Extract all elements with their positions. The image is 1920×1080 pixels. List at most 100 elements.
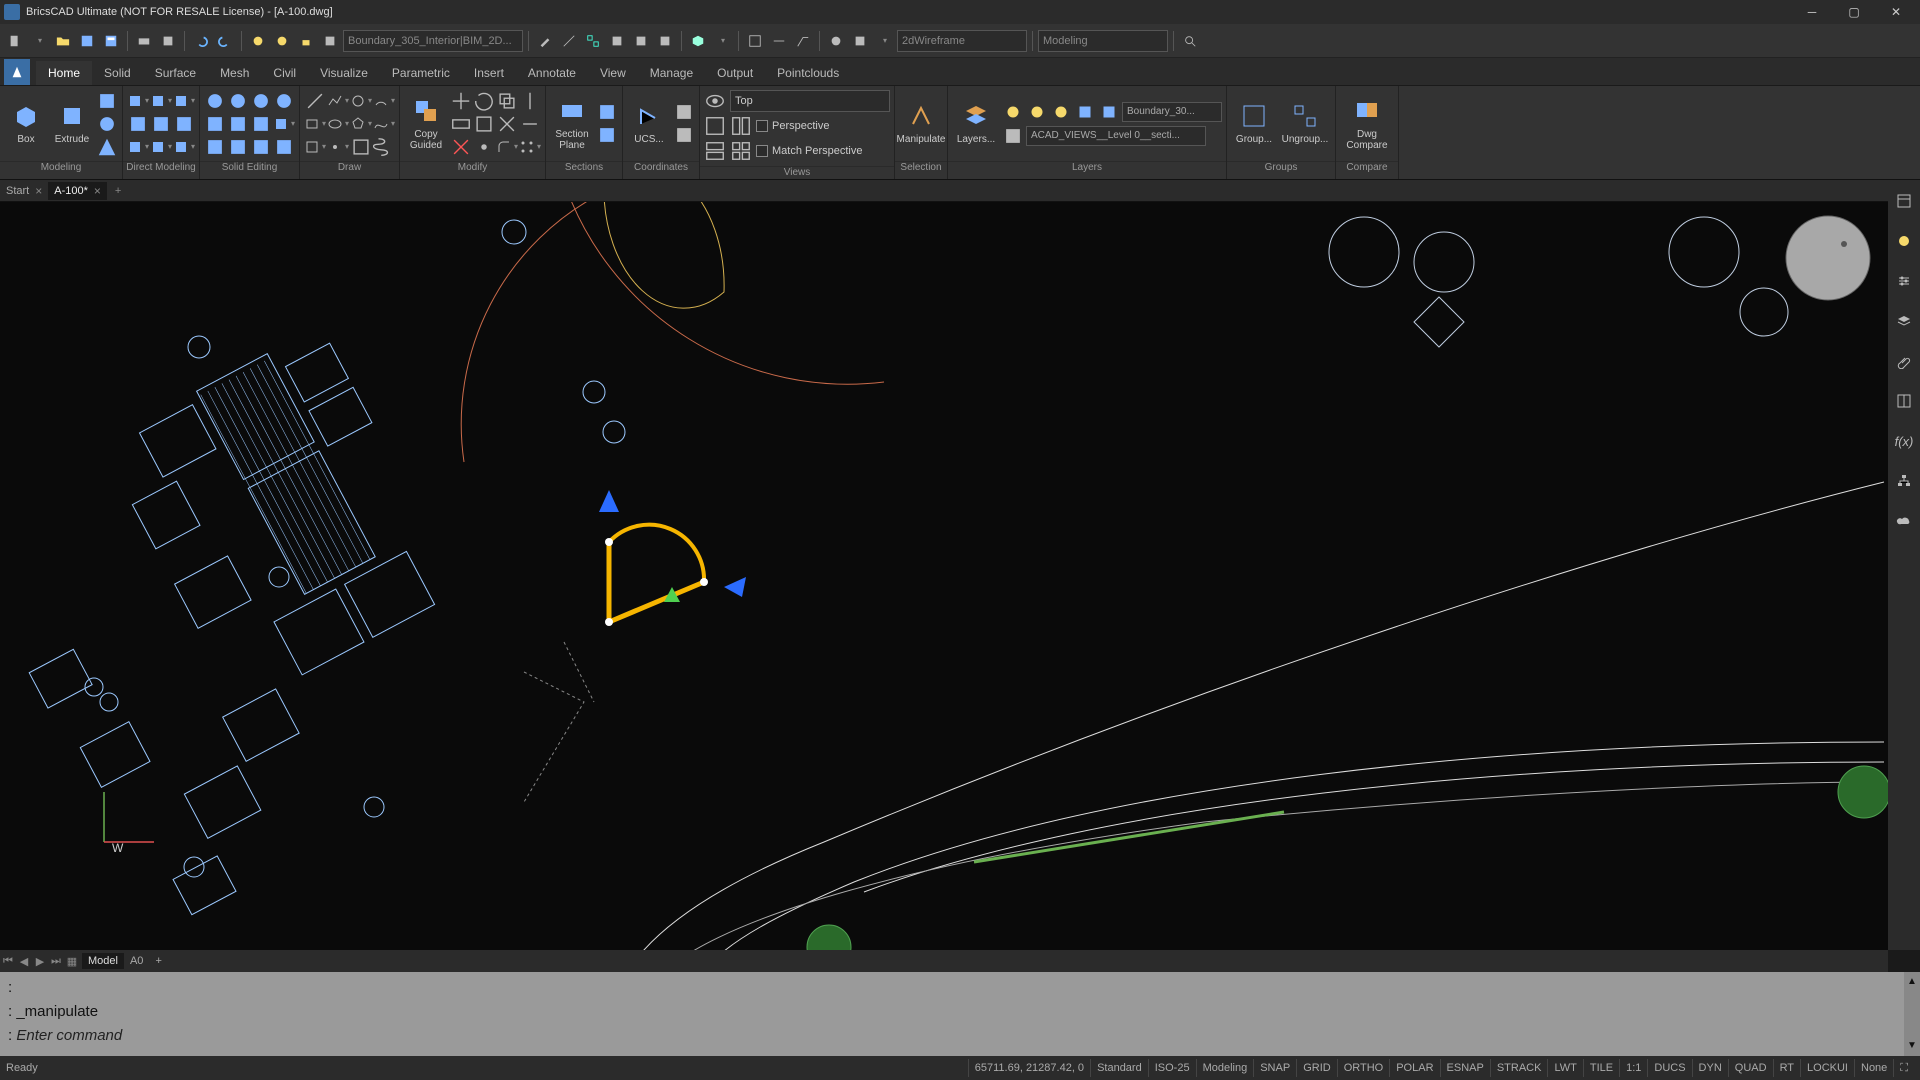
extend-button[interactable] bbox=[519, 113, 541, 135]
print-preview-button[interactable] bbox=[157, 30, 179, 52]
visual-style-dropdown[interactable]: 2dWireframe bbox=[897, 30, 1027, 52]
panels-toggle-icon[interactable] bbox=[1893, 190, 1915, 212]
status-lwt[interactable]: LWT bbox=[1547, 1059, 1582, 1077]
dm-tool-b1[interactable] bbox=[127, 113, 149, 135]
status-scale[interactable]: 1:1 bbox=[1619, 1059, 1647, 1077]
save-button[interactable] bbox=[76, 30, 98, 52]
region-button[interactable] bbox=[350, 136, 372, 158]
manipulator-gizmo[interactable] bbox=[599, 490, 746, 626]
status-quad[interactable]: QUAD bbox=[1728, 1059, 1773, 1077]
ribbon-tab-manage[interactable]: Manage bbox=[638, 61, 705, 85]
polygon-button[interactable] bbox=[350, 113, 372, 135]
modeling-tool-2[interactable] bbox=[96, 113, 118, 135]
perspective-checkbox[interactable]: Perspective bbox=[756, 116, 829, 136]
manipulate-button[interactable]: Manipulate bbox=[899, 89, 943, 159]
spline-button[interactable] bbox=[373, 113, 395, 135]
xref-button[interactable] bbox=[849, 30, 871, 52]
layer-lock-button[interactable] bbox=[295, 30, 317, 52]
command-window[interactable]: : : _manipulate : Enter command ▲▼ bbox=[0, 972, 1920, 1056]
se-tool-a1[interactable] bbox=[204, 90, 226, 112]
layer-tool-1[interactable] bbox=[1002, 125, 1024, 147]
ribbon-tab-civil[interactable]: Civil bbox=[261, 61, 308, 85]
dm-tool-c3[interactable] bbox=[173, 136, 195, 158]
select-similar-button[interactable] bbox=[582, 30, 604, 52]
se-tool-a3[interactable] bbox=[250, 90, 272, 112]
se-tool-b1[interactable] bbox=[204, 113, 226, 135]
layout-tab-a0[interactable]: A0 bbox=[124, 953, 149, 969]
tips-icon[interactable] bbox=[1893, 230, 1915, 252]
se-tool-b4[interactable] bbox=[273, 113, 295, 135]
properties-button[interactable] bbox=[825, 30, 847, 52]
se-tool-c4[interactable] bbox=[273, 136, 295, 158]
doc-tab-start[interactable]: Start × bbox=[0, 182, 48, 200]
isolate-button[interactable] bbox=[606, 30, 628, 52]
ribbon-tab-visualize[interactable]: Visualize bbox=[308, 61, 380, 85]
modeling-tool-3[interactable] bbox=[96, 136, 118, 158]
tab-nav-prev[interactable]: ◀ bbox=[16, 952, 32, 970]
fx-icon[interactable]: f(x) bbox=[1893, 430, 1915, 452]
explode-button[interactable] bbox=[473, 136, 495, 158]
se-tool-a4[interactable] bbox=[273, 90, 295, 112]
move-button[interactable] bbox=[450, 90, 472, 112]
status-expand[interactable]: ⛶ bbox=[1893, 1059, 1914, 1077]
se-tool-c2[interactable] bbox=[227, 136, 249, 158]
layer-state-5[interactable] bbox=[1098, 101, 1120, 123]
view-visibility-icon[interactable] bbox=[704, 90, 726, 112]
block-button[interactable] bbox=[687, 30, 709, 52]
hatch-button-2[interactable] bbox=[304, 136, 326, 158]
window-close-button[interactable]: ✕ bbox=[1876, 2, 1916, 22]
dm-tool-a3[interactable] bbox=[173, 90, 195, 112]
layers-panel-icon[interactable] bbox=[1893, 310, 1915, 332]
window-minimize-button[interactable]: ─ bbox=[1792, 2, 1832, 22]
layer-iso-button[interactable] bbox=[247, 30, 269, 52]
status-standard[interactable]: Standard bbox=[1090, 1059, 1148, 1077]
layer-state-3[interactable] bbox=[1050, 101, 1072, 123]
arc-button[interactable] bbox=[373, 90, 395, 112]
dm-tool-a2[interactable] bbox=[150, 90, 172, 112]
dm-tool-b2[interactable] bbox=[150, 113, 172, 135]
ribbon-tab-solid[interactable]: Solid bbox=[92, 61, 143, 85]
cloud-icon[interactable] bbox=[1893, 510, 1915, 532]
view-grid-1[interactable] bbox=[704, 115, 726, 137]
print-button[interactable] bbox=[133, 30, 155, 52]
ellipse-button[interactable] bbox=[327, 113, 349, 135]
view-grid-4[interactable] bbox=[730, 140, 752, 162]
ribbon-tab-parametric[interactable]: Parametric bbox=[380, 61, 462, 85]
window-maximize-button[interactable]: ▢ bbox=[1834, 2, 1874, 22]
save-as-button[interactable] bbox=[100, 30, 122, 52]
model-tab[interactable]: Model bbox=[82, 953, 124, 969]
open-file-button[interactable] bbox=[52, 30, 74, 52]
ribbon-tab-surface[interactable]: Surface bbox=[143, 61, 208, 85]
ribbon-tab-pointclouds[interactable]: Pointclouds bbox=[765, 61, 851, 85]
ucs-button[interactable]: UCS... bbox=[627, 89, 671, 159]
view-dropdown[interactable]: Top bbox=[730, 90, 890, 112]
point-button[interactable] bbox=[327, 136, 349, 158]
helix-button[interactable] bbox=[373, 136, 395, 158]
status-ortho[interactable]: ORTHO bbox=[1337, 1059, 1390, 1077]
dm-tool-a1[interactable] bbox=[127, 90, 149, 112]
attach-icon[interactable] bbox=[1893, 350, 1915, 372]
cmd-placeholder[interactable]: Enter command bbox=[16, 1027, 122, 1044]
dm-tool-c1[interactable] bbox=[127, 136, 149, 158]
array-button[interactable] bbox=[519, 136, 541, 158]
isolate-2-button[interactable] bbox=[630, 30, 652, 52]
group-button[interactable]: Group... bbox=[1231, 89, 1277, 159]
status-grid[interactable]: GRID bbox=[1296, 1059, 1337, 1077]
se-tool-c3[interactable] bbox=[250, 136, 272, 158]
status-modeling[interactable]: Modeling bbox=[1196, 1059, 1254, 1077]
section-tool-2[interactable] bbox=[596, 124, 618, 146]
doc-tab-add[interactable]: + bbox=[107, 185, 129, 197]
view-grid-3[interactable] bbox=[704, 140, 726, 162]
section-plane-button[interactable]: Section Plane bbox=[550, 89, 594, 159]
status-iso25[interactable]: ISO-25 bbox=[1148, 1059, 1196, 1077]
section-tool-1[interactable] bbox=[596, 101, 618, 123]
lookfrom-widget[interactable] bbox=[1786, 216, 1870, 300]
status-snap[interactable]: SNAP bbox=[1253, 1059, 1296, 1077]
distance-button[interactable] bbox=[558, 30, 580, 52]
block-dropdown[interactable] bbox=[711, 30, 733, 52]
dim-button[interactable] bbox=[768, 30, 790, 52]
layers-button[interactable]: Layers... bbox=[952, 89, 1000, 159]
tab-list-icon[interactable]: ▦ bbox=[64, 952, 80, 970]
status-strack[interactable]: STRACK bbox=[1490, 1059, 1548, 1077]
stretch-button[interactable] bbox=[450, 113, 472, 135]
